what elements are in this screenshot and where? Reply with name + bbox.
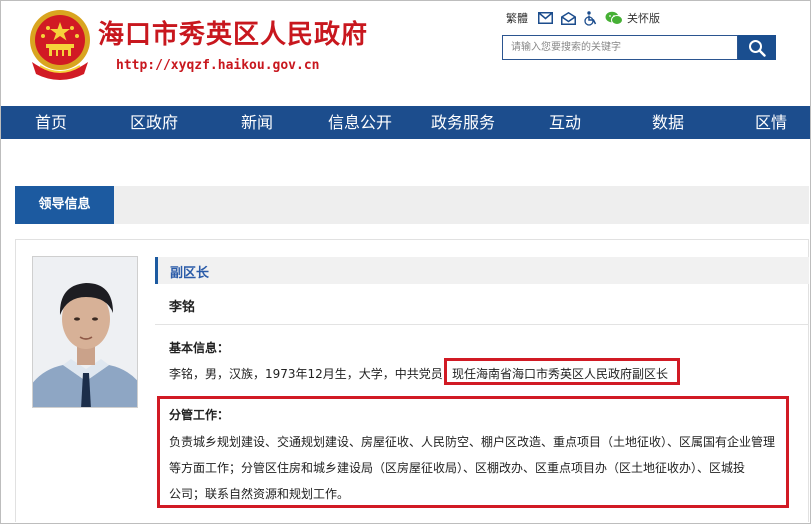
current-position: 现任海南省海口市秀英区人民政府副区长 — [452, 367, 669, 381]
basic-info-text: 李铭，男，汉族，1973年12月生，大学，中共党员 — [169, 367, 443, 381]
leader-title: 副区长 — [170, 266, 210, 281]
nav-item-district-profile[interactable]: 区情 — [755, 106, 787, 139]
wheelchair-icon[interactable] — [584, 10, 597, 26]
care-mode-label: 关怀版 — [627, 12, 660, 25]
duties-line: 等方面工作；分管区住房和城乡建设局（区房屋征收局）、区棚改办、区重点项目办（区土… — [169, 461, 746, 475]
nav-item-data[interactable]: 数据 — [652, 106, 684, 139]
site-title[interactable]: 海口市秀英区人民政府 — [98, 14, 368, 51]
top-toolbar: 繁體 关怀版 — [506, 10, 660, 26]
mail-icon[interactable] — [538, 12, 553, 24]
nav-item-district-government[interactable]: 区政府 — [130, 106, 178, 139]
tab-leader-info[interactable]: 领导信息 — [15, 186, 114, 224]
search-icon — [749, 39, 766, 57]
nav-item-interaction[interactable]: 互动 — [549, 106, 581, 139]
section-tab-bar — [15, 186, 809, 224]
duties-line: 公司；联系自然资源和规划工作。 — [169, 487, 350, 501]
search-button[interactable] — [738, 35, 776, 60]
nav-item-home[interactable]: 首页 — [35, 106, 67, 139]
national-emblem-icon[interactable] — [26, 8, 94, 80]
basic-info-heading: 基本信息： — [169, 341, 230, 355]
duties-heading: 分管工作： — [169, 408, 230, 422]
leader-title-bar — [155, 257, 809, 284]
main-nav: 首页 区政府 新闻 信息公开 政务服务 互动 数据 区情 — [1, 106, 810, 139]
site-url[interactable]: http://xyqzf.haikou.gov.cn — [116, 58, 320, 73]
open-mail-icon[interactable] — [561, 11, 576, 25]
duties-line: 负责城乡规划建设、交通规划建设、房屋征收、人民防空、棚户区改造、重点项目（土地征… — [169, 435, 776, 449]
traditional-chinese-link[interactable]: 繁體 — [506, 10, 528, 26]
wechat-icon — [605, 11, 623, 25]
nav-item-government-services[interactable]: 政务服务 — [431, 106, 495, 139]
divider — [155, 324, 809, 325]
portrait-photo — [32, 256, 138, 408]
leader-name: 李铭 — [169, 300, 196, 315]
care-mode-link[interactable]: 关怀版 — [605, 10, 660, 26]
search-input[interactable]: 请输入您要搜索的关键字 — [502, 35, 738, 60]
nav-item-news[interactable]: 新闻 — [241, 106, 273, 139]
nav-item-information-disclosure[interactable]: 信息公开 — [328, 106, 392, 139]
